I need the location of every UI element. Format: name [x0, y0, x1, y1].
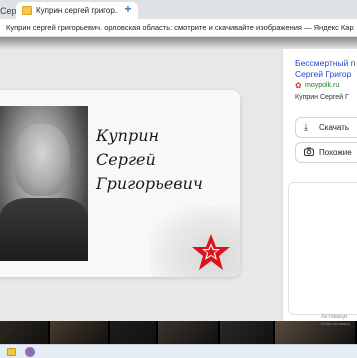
download-button[interactable]: ⤓ Скачать: [295, 117, 357, 138]
image-viewer[interactable]: Куприн Сергей Григорьевич: [0, 49, 282, 321]
file-explorer-icon[interactable]: [7, 348, 16, 356]
thumbnail-5[interactable]: [220, 321, 275, 344]
thumbnail-strip: [0, 321, 357, 344]
similar-label: Похожие: [319, 148, 352, 157]
tab-previous[interactable]: Серу: [0, 3, 16, 19]
memorial-card-image[interactable]: Куприн Сергей Григорьевич: [0, 90, 240, 277]
thumbnail-3[interactable]: [110, 321, 158, 344]
taskbar: [0, 344, 357, 358]
download-label: Скачать: [319, 123, 349, 132]
folder-icon: [22, 6, 32, 15]
card-surname: Куприн: [96, 126, 160, 145]
thumbnail-2[interactable]: [50, 321, 110, 344]
portrait-coat: [0, 198, 88, 261]
red-star-icon: [190, 232, 232, 272]
download-icon: ⤓: [304, 122, 308, 132]
site-name: moypolk.ru: [305, 82, 340, 89]
portrait-photo: [0, 106, 88, 261]
result-title-line-1: Бессмертный п: [295, 58, 356, 68]
result-source[interactable]: ✿ moypolk.ru: [295, 81, 340, 90]
side-info-card: [288, 182, 357, 315]
result-side-panel: Бессмертный п Сергей Григор ✿ moypolk.ru…: [282, 49, 357, 321]
tab-title: Куприн сергей григор...: [36, 6, 118, 15]
camera-icon: [304, 147, 316, 158]
similar-button[interactable]: Похожие: [295, 142, 357, 163]
thumbnail-1[interactable]: [0, 321, 50, 344]
card-patronymic: Григорьевич: [96, 174, 203, 193]
tab-active[interactable]: Куприн сергей григор... ×: [16, 2, 138, 19]
app-icon[interactable]: [25, 347, 35, 357]
new-tab-button[interactable]: +: [121, 3, 135, 17]
windows-activation-subtext: Чтобы активиро: [320, 321, 350, 326]
site-favicon-icon: ✿: [295, 81, 302, 90]
page-header: Куприн сергей григорьевич. орловская обл…: [0, 19, 357, 37]
portrait-face: [14, 124, 70, 196]
page-title: Куприн сергей григорьевич. орловская обл…: [6, 23, 354, 32]
browser-tab-strip: Серу Куприн сергей григор... × +: [0, 0, 357, 19]
card-first-name: Сергей: [96, 150, 156, 169]
result-snippet: Куприн Сергей Г: [295, 94, 349, 101]
header-shadow-band: [0, 37, 357, 49]
result-title-line-2: Сергей Григор: [295, 69, 352, 79]
windows-activation-text: Активаци: [321, 314, 348, 320]
thumbnail-4[interactable]: [158, 321, 220, 344]
result-title-link[interactable]: Бессмертный п Сергей Григор: [295, 58, 355, 80]
